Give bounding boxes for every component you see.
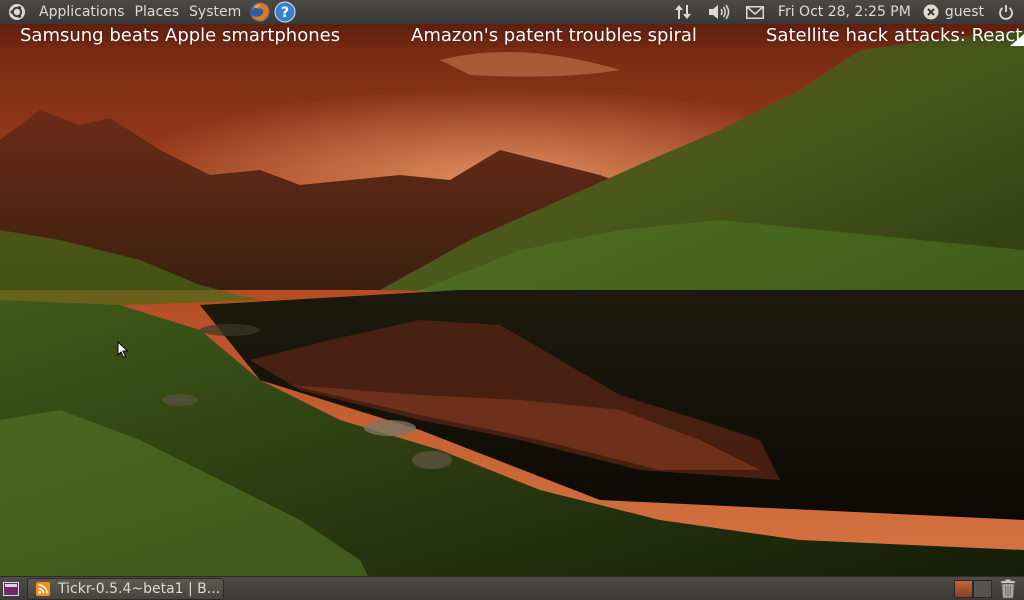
applications-menu[interactable]: Applications bbox=[34, 0, 130, 24]
speaker-icon[interactable] bbox=[700, 0, 738, 24]
ticker-headline[interactable]: Satellite hack attacks: React bbox=[766, 24, 1022, 48]
workspace-1[interactable] bbox=[954, 579, 973, 598]
help-icon[interactable]: ? bbox=[274, 1, 296, 23]
desktop-wallpaper bbox=[0, 0, 1024, 600]
ticker-resize-handle[interactable] bbox=[1010, 34, 1024, 46]
news-ticker[interactable]: Samsung beats Apple smartphones Amazon's… bbox=[0, 24, 1024, 48]
envelope-icon[interactable] bbox=[738, 0, 772, 24]
desktop[interactable]: Applications Places System ? Fri Oct 28,… bbox=[0, 0, 1024, 600]
places-menu[interactable]: Places bbox=[130, 0, 185, 24]
show-desktop-button[interactable] bbox=[3, 581, 19, 596]
user-name[interactable]: guest bbox=[943, 4, 998, 20]
power-icon[interactable] bbox=[998, 0, 1024, 24]
svg-text:?: ? bbox=[281, 5, 289, 21]
firefox-icon[interactable] bbox=[249, 1, 271, 23]
trash-icon[interactable] bbox=[996, 577, 1020, 600]
top-panel-left: Applications Places System ? bbox=[0, 0, 296, 24]
workspace-2[interactable] bbox=[973, 579, 992, 598]
top-panel: Applications Places System ? Fri Oct 28,… bbox=[0, 0, 1024, 24]
mouse-pointer-icon bbox=[117, 341, 129, 359]
taskbar-window-label: Tickr-0.5.4~beta1 | B... bbox=[58, 580, 221, 597]
clock-text[interactable]: Fri Oct 28, 2:25 PM bbox=[772, 4, 917, 20]
rss-feed-icon bbox=[36, 581, 50, 596]
taskbar-window-button[interactable]: Tickr-0.5.4~beta1 | B... bbox=[27, 577, 224, 600]
workspace-switcher bbox=[954, 579, 992, 598]
ticker-headline[interactable]: Samsung beats Apple smartphones bbox=[20, 24, 340, 48]
top-panel-right: Fri Oct 28, 2:25 PM guest bbox=[666, 0, 1024, 24]
ubuntu-logo-icon[interactable] bbox=[8, 3, 26, 21]
bottom-panel: Tickr-0.5.4~beta1 | B... bbox=[0, 576, 1024, 600]
ticker-headline[interactable]: Amazon's patent troubles spiral bbox=[411, 24, 697, 48]
network-arrows-icon[interactable] bbox=[666, 0, 700, 24]
user-status-icon[interactable] bbox=[917, 0, 943, 24]
system-menu[interactable]: System bbox=[184, 0, 246, 24]
